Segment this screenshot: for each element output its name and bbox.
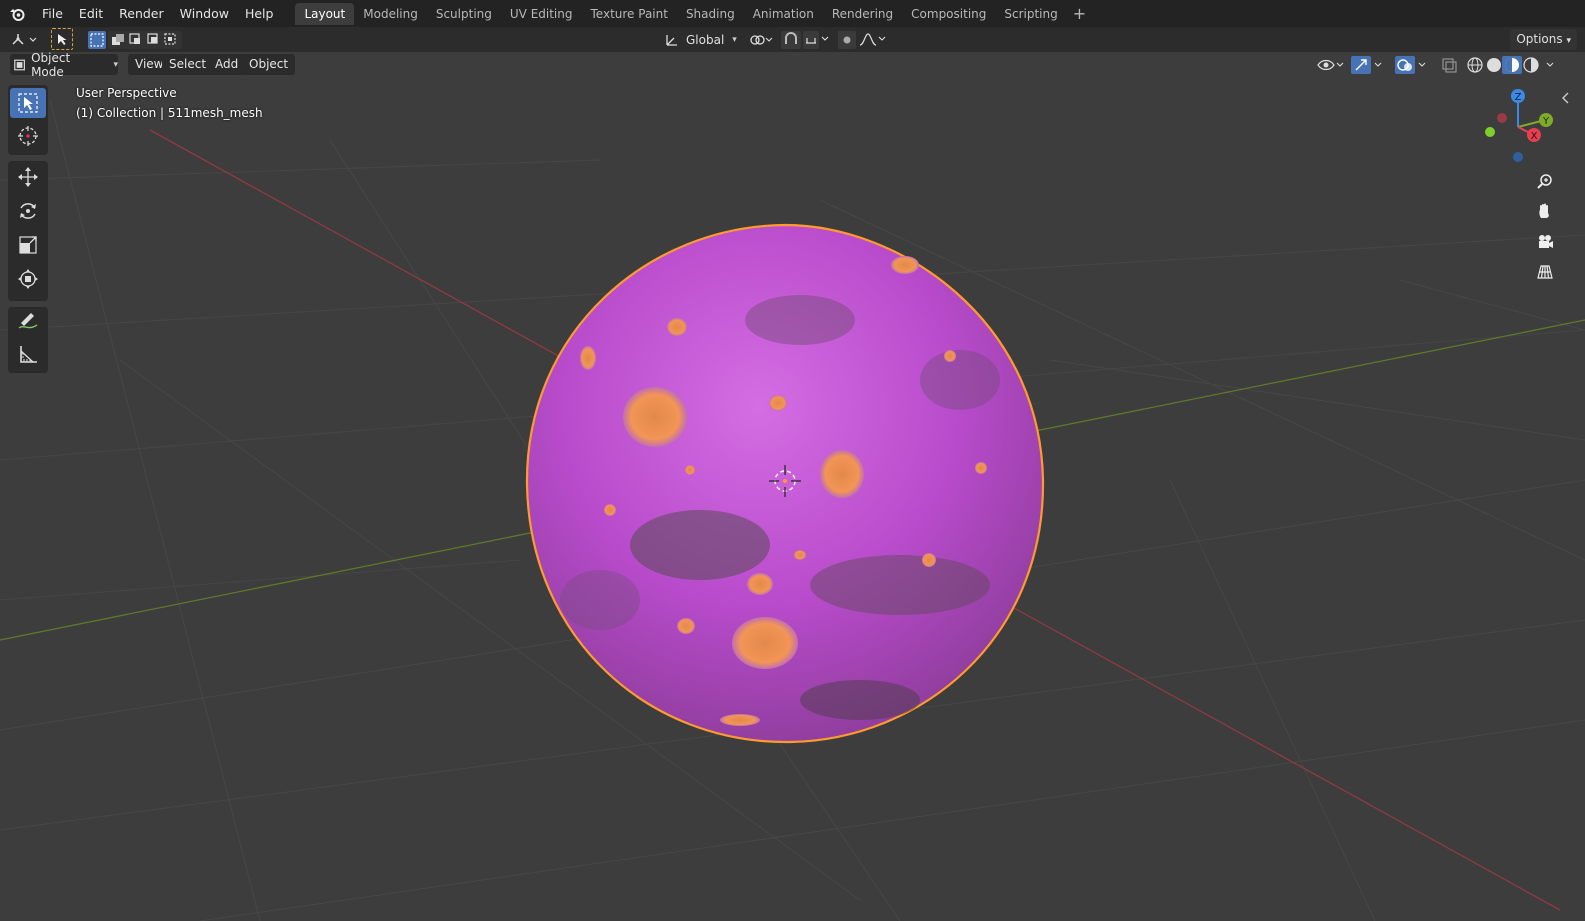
navigation-gizmo[interactable]: Z Y X (1480, 85, 1560, 165)
select-box-icon (18, 93, 38, 113)
menu-edit[interactable]: Edit (71, 0, 111, 27)
shading-rendered-icon[interactable] (1523, 57, 1554, 73)
gizmo-neg-x-axis[interactable] (1497, 113, 1507, 123)
3d-viewport[interactable] (0, 27, 1585, 921)
selection-mode-buttons (88, 29, 182, 50)
camera-icon (1539, 235, 1553, 248)
blender-logo-icon[interactable] (0, 0, 34, 27)
chevron-down-icon: ▾ (732, 34, 737, 45)
tab-shading[interactable]: Shading (677, 3, 744, 25)
annotate-pencil-icon (18, 313, 38, 329)
tab-sculpting[interactable]: Sculpting (427, 3, 501, 25)
tab-compositing[interactable]: Compositing (902, 3, 995, 25)
options-dropdown[interactable]: Options ▾ (1510, 29, 1577, 50)
chevron-down-icon: ▾ (1566, 36, 1571, 46)
tool-transform[interactable] (10, 264, 46, 294)
tool-scale[interactable] (10, 230, 46, 260)
viewport-grid (0, 99, 1585, 921)
tab-animation[interactable]: Animation (744, 3, 823, 25)
3d-cursor-icon (18, 126, 38, 146)
tool-measure[interactable] (10, 339, 46, 369)
select-tool-indicator[interactable] (51, 28, 73, 50)
pivot-point-dropdown[interactable] (748, 29, 774, 50)
tool-cursor[interactable] (10, 121, 46, 151)
chevron-down-icon: ▾ (113, 59, 118, 70)
viewport-shading-controls (1317, 56, 1554, 74)
tool-select-box[interactable] (10, 88, 46, 118)
rotate-icon (20, 203, 36, 219)
move-icon (18, 167, 38, 187)
tab-modeling[interactable]: Modeling (354, 3, 427, 25)
tool-move[interactable] (10, 162, 46, 192)
xray-icon[interactable] (1442, 58, 1457, 73)
gizmo-neg-y-axis[interactable] (1485, 127, 1495, 137)
gizmo-z-label: Z (1515, 92, 1522, 103)
tab-rendering[interactable]: Rendering (823, 3, 902, 25)
gizmo-toggle-icon[interactable] (1351, 56, 1382, 74)
object-mode-dropdown[interactable]: Object Mode ▾ (10, 51, 118, 79)
shading-solid-icon[interactable] (1487, 58, 1501, 72)
transform-orientation-dropdown[interactable]: Global ▾ (664, 29, 738, 50)
grid-perspective-icon (1537, 265, 1553, 279)
gizmo-y-label: Y (1542, 116, 1550, 127)
menu-file[interactable]: File (34, 0, 71, 27)
blender-window: File Edit Render Window Help Layout Mode… (0, 0, 1585, 921)
object-mode-icon (14, 59, 25, 70)
menu-select[interactable]: Select (162, 54, 214, 75)
perspective-toggle-button[interactable] (1533, 260, 1557, 284)
gizmo-x-label: X (1531, 131, 1538, 142)
workspace-tabs: Layout Modeling Sculpting UV Editing Tex… (295, 0, 1092, 27)
sidebar-toggle-icon[interactable] (1561, 91, 1571, 105)
pivot-icon (750, 34, 773, 45)
menu-help[interactable]: Help (237, 0, 282, 27)
viewport-header: Object Mode ▾ View Select Add Object (0, 51, 1585, 79)
camera-view-button[interactable] (1533, 230, 1557, 254)
gizmo-neg-z-axis[interactable] (1513, 152, 1523, 162)
proportional-editing-controls[interactable] (838, 29, 888, 50)
tool-rotate[interactable] (10, 196, 46, 226)
tab-scripting[interactable]: Scripting (995, 3, 1066, 25)
snapping-controls[interactable] (781, 29, 831, 50)
options-label: Options (1516, 32, 1563, 46)
mode-label: Object Mode (31, 50, 71, 79)
tool-annotate[interactable] (10, 305, 46, 335)
proportional-edit-icon (838, 30, 886, 49)
top-menu-bar: File Edit Render Window Help Layout Mode… (0, 0, 1585, 27)
menu-add[interactable]: Add (208, 54, 246, 75)
view-name-label: User Perspective (76, 86, 177, 100)
editor-type-dropdown[interactable] (10, 29, 40, 50)
editor-type-icon (12, 33, 37, 45)
planet-mesh[interactable] (525, 223, 1045, 744)
visibility-icon[interactable] (1317, 59, 1344, 71)
shading-material-icon[interactable] (1502, 56, 1522, 74)
tab-uv-editing[interactable]: UV Editing (501, 3, 582, 25)
transform-icon (18, 269, 38, 289)
orientation-label: Global (686, 32, 725, 47)
add-workspace-icon[interactable]: + (1067, 3, 1092, 25)
scale-icon (19, 236, 37, 254)
pan-button[interactable] (1533, 199, 1557, 223)
orientation-icon (666, 34, 677, 46)
snap-icon (781, 30, 829, 49)
zoom-button[interactable] (1533, 169, 1557, 193)
shading-wireframe-icon[interactable] (1467, 57, 1483, 73)
menu-window[interactable]: Window (172, 0, 237, 27)
cursor-arrow-icon (58, 33, 67, 45)
collection-info-label: (1) Collection | 511mesh_mesh (76, 106, 263, 120)
zoom-icon (1537, 174, 1552, 189)
hand-icon (1539, 203, 1549, 218)
tab-texture-paint[interactable]: Texture Paint (582, 3, 677, 25)
menu-render[interactable]: Render (111, 0, 172, 27)
measure-ruler-icon (20, 346, 37, 363)
tab-layout[interactable]: Layout (295, 2, 355, 25)
overlays-icon[interactable] (1395, 56, 1426, 74)
tool-header: Global ▾ Options ▾ (0, 27, 1585, 52)
menu-object[interactable]: Object (242, 54, 296, 75)
